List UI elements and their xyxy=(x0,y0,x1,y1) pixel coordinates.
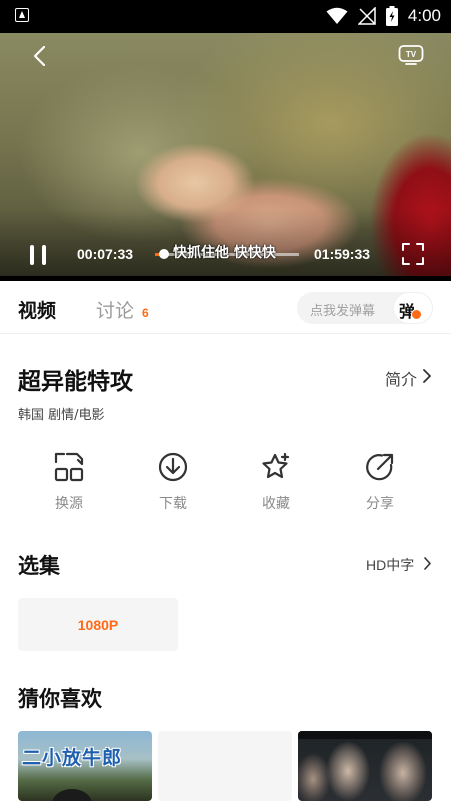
total-time: 01:59:33 xyxy=(314,246,371,262)
discuss-count-badge: 6 xyxy=(142,306,149,320)
action-label: 下载 xyxy=(159,496,187,512)
status-bar: 4:00 xyxy=(0,0,451,33)
movie-title: 超异能特攻 xyxy=(18,369,133,395)
pause-bar-left xyxy=(30,245,34,265)
pause-button[interactable] xyxy=(28,244,50,266)
episode-button[interactable]: 1080P xyxy=(18,598,178,651)
danmaku-input[interactable]: 点我发弹幕 弹 xyxy=(297,292,433,324)
back-arrow-icon[interactable] xyxy=(30,45,52,67)
danmaku-on-indicator xyxy=(411,309,422,320)
no-signal-icon xyxy=(357,7,376,25)
tab-video[interactable]: 视频 xyxy=(18,296,56,323)
recommend-title: 猜你喜欢 xyxy=(18,687,102,711)
poster-top-band xyxy=(298,731,432,739)
movie-meta: 韩国 剧情/电影 xyxy=(18,408,105,423)
progress-knob[interactable] xyxy=(159,249,170,259)
content-tabs: 视频 讨论 6 点我发弹幕 弹 xyxy=(0,281,451,334)
tab-discuss[interactable]: 讨论 xyxy=(96,296,134,323)
favorite-star-icon xyxy=(262,452,290,479)
app-root: 4:00 TV 00:07:33 快抓住他 快快快 01:59:33 视频 讨论… xyxy=(0,0,451,801)
danmaku-placeholder: 点我发弹幕 xyxy=(310,304,376,319)
switch-source-icon xyxy=(54,452,84,482)
status-icons: 4:00 xyxy=(326,5,441,27)
download-button[interactable]: 下载 xyxy=(143,451,203,521)
battery-charging-icon xyxy=(385,6,398,26)
danmaku-toggle-button[interactable]: 弹 xyxy=(393,292,433,324)
episodes-title: 选集 xyxy=(18,554,60,578)
fullscreen-icon[interactable] xyxy=(401,242,425,266)
download-icon xyxy=(158,452,188,482)
favorite-button[interactable]: 收藏 xyxy=(246,451,306,521)
current-time: 00:07:33 xyxy=(77,246,134,262)
intro-link[interactable]: 简介 xyxy=(385,366,417,390)
action-label: 换源 xyxy=(55,496,83,512)
switch-source-button[interactable]: 换源 xyxy=(39,451,99,521)
status-time: 4:00 xyxy=(407,6,441,25)
poster-figure xyxy=(52,789,92,801)
tv-cast-icon[interactable]: TV xyxy=(398,43,424,67)
svg-text:TV: TV xyxy=(406,50,417,59)
action-label: 分享 xyxy=(366,496,394,512)
app-notification-icon xyxy=(15,8,29,22)
poster-title-art: 二小放牛郎 xyxy=(22,747,123,769)
wifi-icon xyxy=(326,7,348,24)
recommend-card[interactable] xyxy=(158,731,292,801)
recommend-card[interactable] xyxy=(298,731,432,801)
episodes-quality-link[interactable]: HD中字 xyxy=(366,555,414,575)
share-icon xyxy=(366,453,394,481)
danmaku-comment: 快抓住他 快快快 xyxy=(173,245,276,261)
video-player[interactable]: TV 00:07:33 快抓住他 快快快 01:59:33 xyxy=(0,33,451,279)
chevron-right-icon[interactable] xyxy=(423,557,432,570)
share-button[interactable]: 分享 xyxy=(350,451,410,521)
recommend-card[interactable]: 二小放牛郎 xyxy=(18,731,152,801)
chevron-right-icon[interactable] xyxy=(422,369,432,383)
action-label: 收藏 xyxy=(262,496,290,512)
episode-label: 1080P xyxy=(77,617,119,633)
pause-bar-right xyxy=(42,245,46,265)
